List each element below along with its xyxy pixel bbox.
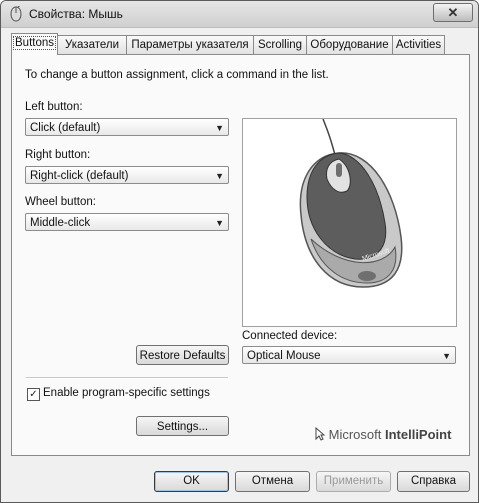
- tab-pointers[interactable]: Указатели: [57, 35, 127, 54]
- mouse-icon: [10, 6, 22, 22]
- help-button[interactable]: Справка: [397, 471, 470, 492]
- right-button-label: Right button:: [25, 149, 91, 161]
- window-title: Свойства: Мышь: [29, 7, 123, 21]
- connected-device-label: Connected device:: [242, 330, 338, 342]
- dropdown-arrow-icon: ▼: [215, 218, 224, 228]
- cancel-button[interactable]: Отмена: [235, 471, 310, 492]
- tab-buttons[interactable]: Buttons: [11, 33, 58, 55]
- buttons-tab-panel: To change a button assignment, click a c…: [11, 54, 470, 456]
- wheel-button-value: Middle-click: [30, 217, 91, 229]
- settings-button[interactable]: Settings...: [136, 416, 229, 436]
- right-button-select[interactable]: Right-click (default) ▼: [25, 166, 229, 184]
- dropdown-arrow-icon: ▼: [215, 171, 224, 181]
- tab-scrolling[interactable]: Scrolling: [253, 35, 307, 54]
- separator: [26, 377, 228, 379]
- mouse-image: Microsoft: [299, 118, 403, 288]
- intellipoint-brand: Microsoft IntelliPoint: [315, 426, 452, 442]
- tab-pointer-options[interactable]: Параметры указателя: [126, 35, 254, 54]
- title-bar[interactable]: Свойства: Мышь ✕: [1, 1, 478, 28]
- instruction-text: To change a button assignment, click a c…: [25, 69, 329, 81]
- close-icon: ✕: [447, 5, 459, 20]
- wheel-button-select[interactable]: Middle-click ▼: [25, 213, 229, 231]
- tab-buttons-label: Buttons: [13, 36, 56, 50]
- connected-device-select[interactable]: Optical Mouse ▼: [242, 346, 456, 364]
- dropdown-arrow-icon: ▼: [442, 351, 451, 361]
- dropdown-arrow-icon: ▼: [215, 123, 224, 133]
- enable-program-specific-label[interactable]: Enable program-specific settings: [43, 387, 210, 399]
- checkmark-icon: ✓: [29, 389, 38, 400]
- ok-button[interactable]: OK: [154, 471, 229, 492]
- mouse-properties-window: Свойства: Мышь ✕ Buttons Указатели Парам…: [0, 0, 479, 503]
- mouse-image-box: Microsoft: [242, 118, 457, 327]
- brand-name: IntelliPoint: [384, 427, 452, 442]
- left-button-select[interactable]: Click (default) ▼: [25, 118, 229, 136]
- enable-program-specific-checkbox[interactable]: ✓: [27, 388, 40, 401]
- close-button[interactable]: ✕: [433, 3, 473, 22]
- tab-hardware[interactable]: Оборудование: [306, 35, 393, 54]
- tab-activities[interactable]: Activities: [392, 35, 445, 54]
- intellipoint-logo-icon: [315, 426, 326, 441]
- connected-device-value: Optical Mouse: [247, 350, 321, 362]
- left-button-value: Click (default): [30, 122, 101, 134]
- restore-defaults-button[interactable]: Restore Defaults: [136, 345, 229, 365]
- brand-prefix: Microsoft: [328, 427, 382, 442]
- right-button-value: Right-click (default): [30, 170, 129, 182]
- left-button-label: Left button:: [25, 101, 83, 113]
- wheel-button-label: Wheel button:: [25, 196, 96, 208]
- apply-button[interactable]: Применить: [316, 471, 391, 492]
